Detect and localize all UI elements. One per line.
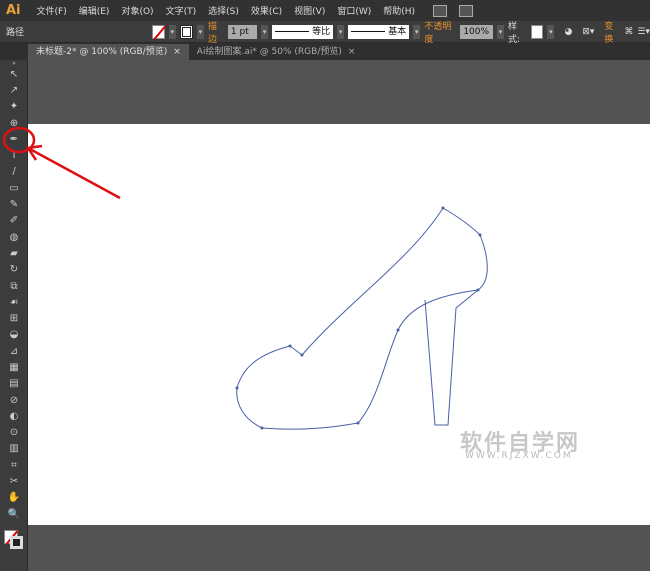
watermark-url: WWW.RJZXW.COM xyxy=(465,451,573,461)
anchor-points xyxy=(235,206,482,430)
canvas-overlay xyxy=(2,126,488,430)
shoe-path[interactable] xyxy=(236,207,488,430)
annotation-arrow xyxy=(2,126,121,200)
